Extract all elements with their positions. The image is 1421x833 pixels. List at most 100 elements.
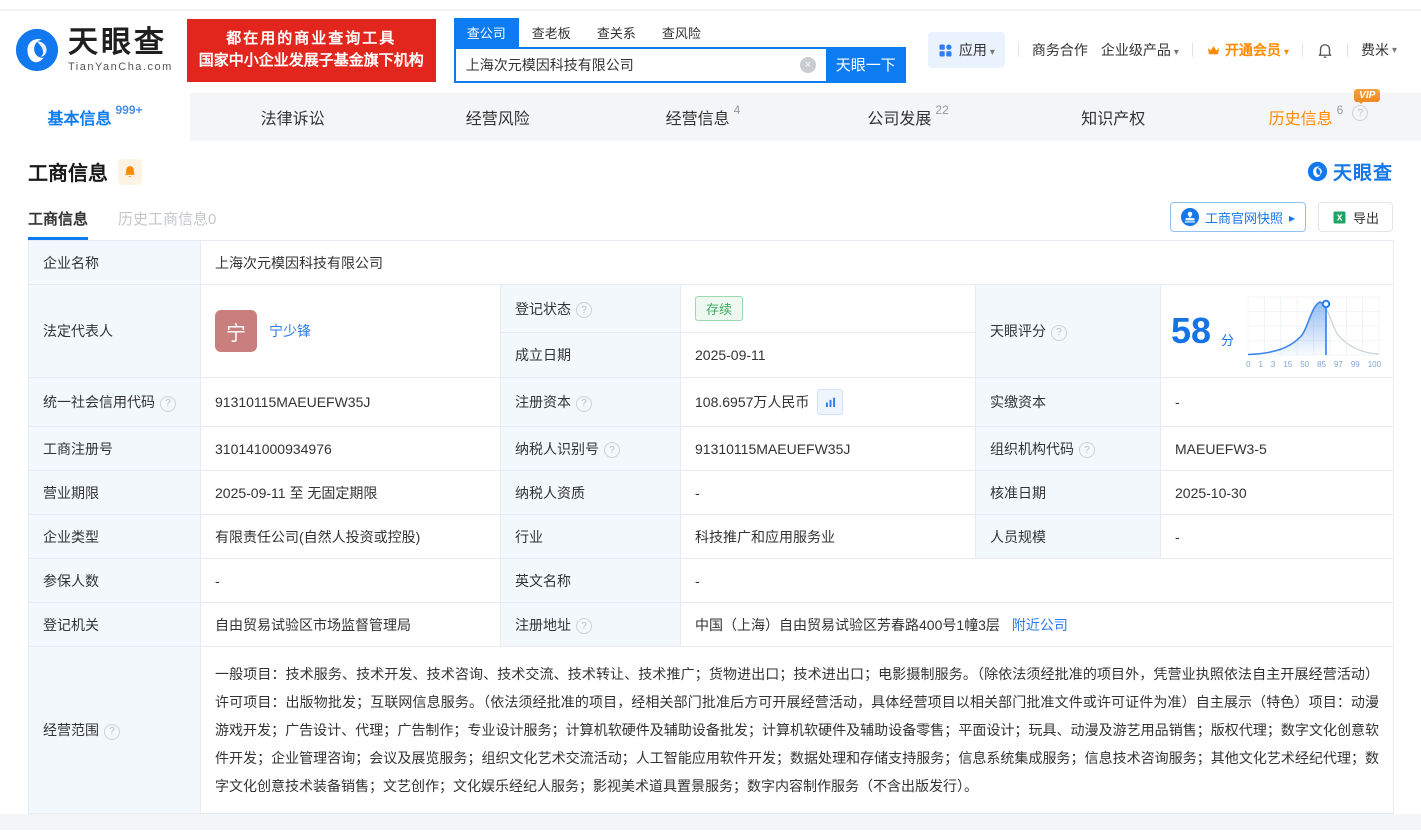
search-tab-company[interactable]: 查公司 bbox=[454, 18, 519, 47]
page-top-divider bbox=[0, 0, 1421, 11]
export-button[interactable]: 导出 bbox=[1318, 202, 1393, 232]
app-grid-icon bbox=[938, 43, 953, 58]
content: 工商信息 天眼查 工商信息 历史工商信息0 工商官网快照 bbox=[0, 157, 1421, 814]
value-credit-code: 91310115MAEUEFW35J bbox=[201, 378, 501, 427]
enterprise-products-link[interactable]: 企业级产品 bbox=[1101, 40, 1179, 60]
value-tianyan-score: 58 分 bbox=[1161, 285, 1394, 378]
tab-label: 基本信息 bbox=[47, 105, 111, 129]
tab-count: 22 bbox=[935, 103, 948, 117]
search-tab-relation[interactable]: 查关系 bbox=[584, 18, 649, 47]
label-taxpayer-id: 纳税人识别号 bbox=[501, 427, 681, 471]
snapshot-label: 工商官网快照 bbox=[1205, 208, 1283, 227]
tab-count: 999+ bbox=[115, 103, 142, 117]
avatar[interactable]: 宁 bbox=[215, 310, 257, 352]
divider bbox=[1302, 43, 1303, 57]
score-axis-label: 100 bbox=[1368, 360, 1381, 369]
label-approval-date: 核准日期 bbox=[976, 471, 1161, 515]
value-company-type: 有限责任公司(自然人投资或控股) bbox=[201, 515, 501, 559]
label-english-name: 英文名称 bbox=[501, 559, 681, 603]
label-legal-representative: 法定代表人 bbox=[29, 285, 201, 378]
notification-bell-icon[interactable] bbox=[1316, 41, 1334, 59]
tab-history-info[interactable]: 历史信息 6 VIP bbox=[1216, 93, 1421, 141]
search-tab-boss[interactable]: 查老板 bbox=[519, 18, 584, 47]
vip-badge: VIP bbox=[1354, 89, 1380, 102]
help-icon[interactable] bbox=[1352, 105, 1368, 121]
tab-count: 4 bbox=[734, 103, 741, 117]
score-axis-labels: 0131550859799100 bbox=[1246, 360, 1381, 369]
subtab-business-registration[interactable]: 工商信息 bbox=[28, 208, 88, 240]
search-tab-risk[interactable]: 查风险 bbox=[649, 18, 714, 47]
legal-representative-link[interactable]: 宁少锋 bbox=[269, 321, 311, 341]
value-insured-count: - bbox=[201, 559, 501, 603]
help-icon[interactable] bbox=[576, 302, 592, 318]
user-menu[interactable]: 费米 bbox=[1361, 40, 1397, 60]
table-row: 企业名称 上海次元模因科技有限公司 bbox=[29, 241, 1394, 285]
help-icon[interactable] bbox=[576, 618, 592, 634]
tab-label: 知识产权 bbox=[1081, 105, 1145, 129]
value-business-scope: 一般项目：技术服务、技术开发、技术咨询、技术交流、技术转让、技术推广；货物进出口… bbox=[201, 647, 1394, 814]
value-legal-representative: 宁 宁少锋 bbox=[201, 285, 501, 378]
label-establish-date: 成立日期 bbox=[501, 333, 681, 378]
tab-label: 经营风险 bbox=[466, 105, 530, 129]
subtab-history-registration[interactable]: 历史工商信息0 bbox=[118, 208, 216, 240]
help-icon[interactable] bbox=[160, 396, 176, 412]
tab-count: 6 bbox=[1337, 103, 1344, 117]
score-value: 58 bbox=[1171, 313, 1211, 349]
section-title: 工商信息 bbox=[28, 157, 108, 186]
tianyancha-logo[interactable]: 天眼查 TianYanCha.com bbox=[14, 27, 173, 73]
value-organization-code: MAEUEFW3-5 bbox=[1161, 427, 1394, 471]
tab-basic-info[interactable]: 基本信息 999+ bbox=[0, 93, 190, 141]
nearby-companies-link[interactable]: 附近公司 bbox=[1012, 617, 1068, 633]
vip-upgrade-link[interactable]: 开通会员 bbox=[1206, 40, 1289, 60]
label-business-term: 营业期限 bbox=[29, 471, 201, 515]
arrow-right-icon bbox=[1289, 210, 1295, 225]
tab-company-development[interactable]: 公司发展22 bbox=[806, 93, 1011, 141]
search-area: 查公司 查老板 查关系 查风险 天眼一下 bbox=[454, 18, 906, 83]
tab-operating-risk[interactable]: 经营风险 bbox=[395, 93, 600, 141]
value-registration-number: 310141000934976 bbox=[201, 427, 501, 471]
monitor-bell-icon[interactable] bbox=[118, 159, 142, 185]
capital-chart-icon[interactable] bbox=[817, 389, 843, 415]
tab-legal-proceedings[interactable]: 法律诉讼 bbox=[190, 93, 395, 141]
status-badge: 存续 bbox=[695, 296, 743, 321]
tab-business-info[interactable]: 经营信息 4 bbox=[600, 93, 805, 141]
tianyancha-watermark-icon bbox=[1307, 161, 1328, 182]
table-row: 统一社会信用代码 91310115MAEUEFW35J 注册资本 108.695… bbox=[29, 378, 1394, 427]
value-establish-date: 2025-09-11 bbox=[681, 333, 976, 378]
help-icon[interactable] bbox=[104, 724, 120, 740]
table-row: 参保人数 - 英文名称 - bbox=[29, 559, 1394, 603]
score-axis-label: 0 bbox=[1246, 360, 1250, 369]
apps-label: 应用 bbox=[959, 40, 995, 60]
score-axis-label: 97 bbox=[1334, 360, 1343, 369]
search-tabs: 查公司 查老板 查关系 查风险 bbox=[454, 18, 906, 47]
search-button[interactable]: 天眼一下 bbox=[826, 47, 906, 83]
help-icon[interactable] bbox=[576, 396, 592, 412]
page-bottom-strip bbox=[0, 814, 1421, 830]
value-paid-capital: - bbox=[1161, 378, 1394, 427]
value-english-name: - bbox=[681, 559, 1394, 603]
help-icon[interactable] bbox=[1051, 325, 1067, 341]
value-registered-address: 中国（上海）自由贸易试验区芳春路400号1幢3层 附近公司 bbox=[681, 603, 1394, 647]
divider bbox=[1347, 43, 1348, 57]
label-registration-status: 登记状态 bbox=[501, 285, 681, 333]
cooperation-link[interactable]: 商务合作 bbox=[1032, 40, 1088, 60]
score-unit: 分 bbox=[1221, 330, 1234, 349]
label-company-name: 企业名称 bbox=[29, 241, 201, 285]
help-icon[interactable] bbox=[1079, 442, 1095, 458]
label-registered-address: 注册地址 bbox=[501, 603, 681, 647]
tab-intellectual-property[interactable]: 知识产权 bbox=[1011, 93, 1216, 141]
label-organization-code: 组织机构代码 bbox=[976, 427, 1161, 471]
help-icon[interactable] bbox=[604, 442, 620, 458]
label-staff-size: 人员规模 bbox=[976, 515, 1161, 559]
excel-icon bbox=[1332, 210, 1347, 225]
apps-menu[interactable]: 应用 bbox=[928, 32, 1005, 68]
tab-label: 经营信息 bbox=[666, 105, 730, 129]
divider bbox=[1018, 43, 1019, 57]
stamp-icon bbox=[1181, 208, 1199, 226]
search-input[interactable] bbox=[454, 47, 826, 83]
score-axis-label: 99 bbox=[1351, 360, 1360, 369]
official-snapshot-button[interactable]: 工商官网快照 bbox=[1170, 202, 1306, 232]
clear-icon[interactable] bbox=[800, 57, 816, 73]
value-business-term: 2025-09-11 至 无固定期限 bbox=[201, 471, 501, 515]
score-distribution-chart: 0131550859799100 bbox=[1246, 293, 1381, 369]
